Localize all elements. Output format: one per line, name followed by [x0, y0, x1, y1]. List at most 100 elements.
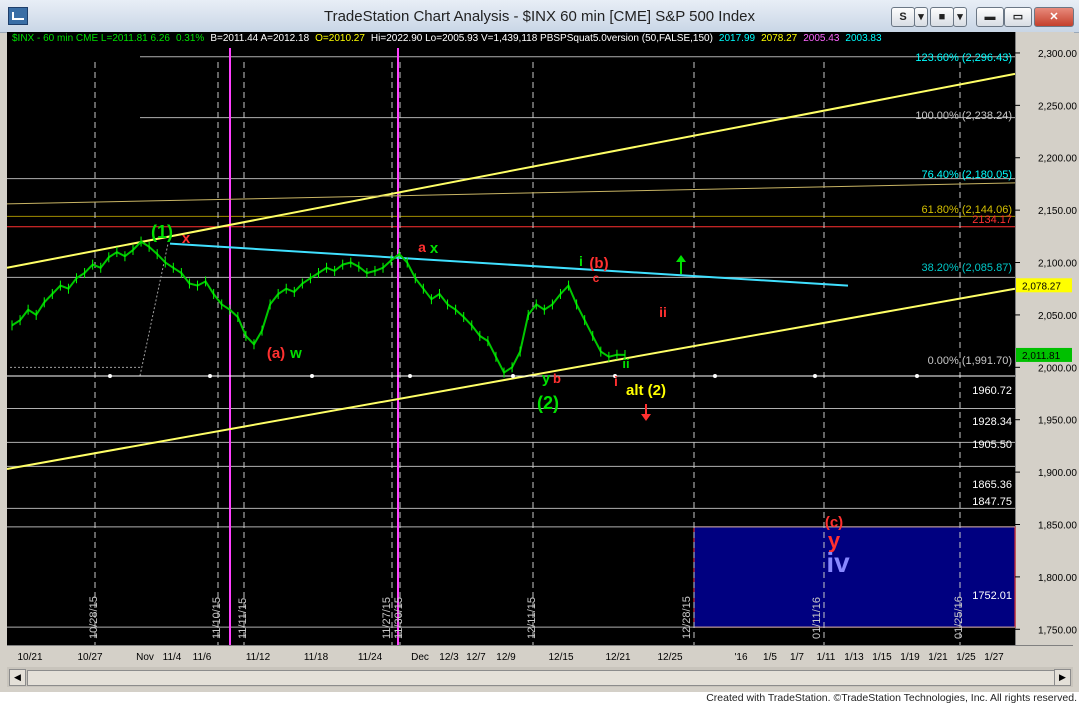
- time-axis-label: 1/13: [844, 652, 864, 663]
- status-value: 2005.43: [803, 33, 840, 44]
- level-label: 2134.17: [972, 214, 1012, 226]
- wave-connector: [139, 243, 169, 376]
- fib-label: 76.40% (2,180.05): [921, 169, 1012, 181]
- status-value: 2017.99: [718, 33, 756, 44]
- time-axis-label: 1/15: [872, 652, 892, 663]
- wave-label: w: [289, 345, 302, 362]
- wave-label: c: [593, 271, 600, 285]
- time-axis-label: Dec: [411, 652, 429, 663]
- time-axis-label: 1/27: [984, 652, 1004, 663]
- level-label: 1905.50: [972, 439, 1012, 451]
- wave-label: b: [553, 371, 561, 386]
- vertical-date-label: 11/10/15: [211, 597, 223, 639]
- vertical-date-label: 11/30/15: [393, 597, 405, 639]
- vertical-date-label: 01/25/16: [953, 596, 965, 639]
- price-axis-label: 1,900.00: [1038, 468, 1077, 479]
- time-axis-label: 1/11: [817, 652, 836, 663]
- price-axis-label: 1,850.00: [1038, 520, 1077, 531]
- fib-marker: [713, 374, 717, 379]
- time-axis-label: 1/19: [900, 652, 920, 663]
- footer: Created with TradeStation. ©TradeStation…: [0, 692, 1079, 705]
- price-axis-label: 2,250.00: [1038, 101, 1077, 112]
- status-value: 2003.83: [845, 33, 882, 44]
- wave-label: ii: [659, 304, 667, 320]
- fib-label: 38.20% (2,085.87): [921, 262, 1012, 274]
- time-axis-label: 1/7: [790, 652, 804, 663]
- status-bar: $INX - 60 min CME L=2011.81 6.26 0.31% B=2…: [12, 33, 888, 44]
- time-axis-label: 12/21: [605, 652, 630, 663]
- vertical-date-label: 12/28/15: [681, 596, 693, 639]
- time-axis-label: 10/21: [17, 652, 42, 663]
- fib-marker: [310, 374, 314, 379]
- fib-marker: [108, 374, 112, 379]
- wave-label: i: [614, 373, 618, 389]
- time-axis-label: 1/21: [928, 652, 948, 663]
- status-value: O=2010.27: [315, 33, 365, 44]
- descending-trendline: [169, 242, 849, 287]
- vertical-date-label: 10/28/15: [88, 596, 100, 639]
- time-axis-label: 11/4: [163, 652, 182, 663]
- wave-label: alt (2): [626, 382, 666, 399]
- level-label: 1960.72: [972, 385, 1012, 397]
- fib-marker: [511, 374, 515, 379]
- wave-label: iv: [826, 547, 850, 578]
- time-axis-label: 12/15: [548, 652, 573, 663]
- status-value: $INX - 60 min CME L=2011.81 6.26: [12, 33, 170, 44]
- wave-label: (a): [267, 345, 285, 362]
- wave-label: y: [542, 370, 551, 387]
- wave-label: x: [430, 240, 439, 257]
- arrow-down-icon: [641, 404, 651, 421]
- wave-label: (2): [537, 393, 559, 413]
- time-axis-label: 12/25: [657, 652, 682, 663]
- wave-label: a: [418, 239, 426, 255]
- level-label: 1847.75: [972, 496, 1012, 508]
- vertical-date-label: 11/11/15: [237, 598, 249, 639]
- price-axis-label: 1,750.00: [1038, 625, 1077, 636]
- wave-label: (b): [589, 255, 608, 272]
- chart-svg: 10/28/15 11/10/15 11/11/15 11/27/15 11/30/15…: [6, 48, 1077, 663]
- price-axis-label: 2,000.00: [1038, 363, 1077, 374]
- fib-marker: [813, 374, 817, 379]
- fib-marker: [208, 374, 212, 379]
- price-axis-label: 2,150.00: [1038, 206, 1077, 217]
- wave-label: (1): [151, 222, 173, 242]
- time-axis-label: 1/5: [763, 652, 777, 663]
- time-axis-label: 11/12: [246, 652, 271, 663]
- time-axis-label: 11/18: [304, 652, 329, 663]
- fib-label: 100.00% (2,238.24): [915, 110, 1012, 122]
- fib-marker: [408, 374, 412, 379]
- vertical-date-label: 12/11/15: [526, 597, 538, 639]
- price-axis-label: 2,100.00: [1038, 259, 1077, 270]
- vertical-date-label: 01/11/16: [811, 597, 823, 639]
- price-axis-label: 2,050.00: [1038, 311, 1077, 322]
- status-value: Hi=2022.90 Lo=2005.93 V=1,439,118 PBSPSq…: [370, 33, 713, 44]
- level-label: 1928.34: [972, 416, 1012, 428]
- status-value: 0.31%: [175, 33, 205, 44]
- time-axis-label: '16: [734, 652, 747, 663]
- price-axis-label: 2,300.00: [1038, 49, 1077, 60]
- vertical-date-label: 11/27/15: [381, 597, 393, 639]
- fib-label: 123.60% (2,296.43): [915, 52, 1012, 64]
- fib-label: 0.00% (1,991.70): [928, 355, 1012, 367]
- time-axis-label: Nov: [136, 652, 154, 663]
- time-axis-label: 10/27: [77, 652, 102, 663]
- price-highlight-label: 2,011.81: [1022, 351, 1061, 362]
- price-highlight-label: 2,078.27: [1022, 281, 1061, 292]
- wave-label: ii: [622, 356, 629, 371]
- copyright-text: Created with TradeStation. ©TradeStation…: [706, 692, 1077, 704]
- status-value: 2078.27: [761, 33, 798, 44]
- price-axis-label: 1,800.00: [1038, 573, 1077, 584]
- level-label: 1865.36: [972, 479, 1012, 491]
- time-axis-label: 12/7: [466, 652, 486, 663]
- level-label: 1752.01: [972, 590, 1012, 602]
- wave-label: i: [579, 253, 583, 269]
- arrow-up-icon: [676, 255, 686, 274]
- target-box: [693, 526, 1016, 628]
- fib-marker: [915, 374, 919, 379]
- time-axis-label: 11/6: [193, 652, 212, 663]
- chart-window: TradeStation Chart Analysis - $INX 60 mi…: [0, 0, 1079, 692]
- time-axis-label: 12/9: [496, 652, 516, 663]
- time-axis-label: 11/24: [358, 652, 383, 663]
- price-axis-label: 1,950.00: [1038, 416, 1077, 427]
- time-axis-label: 1/25: [956, 652, 976, 663]
